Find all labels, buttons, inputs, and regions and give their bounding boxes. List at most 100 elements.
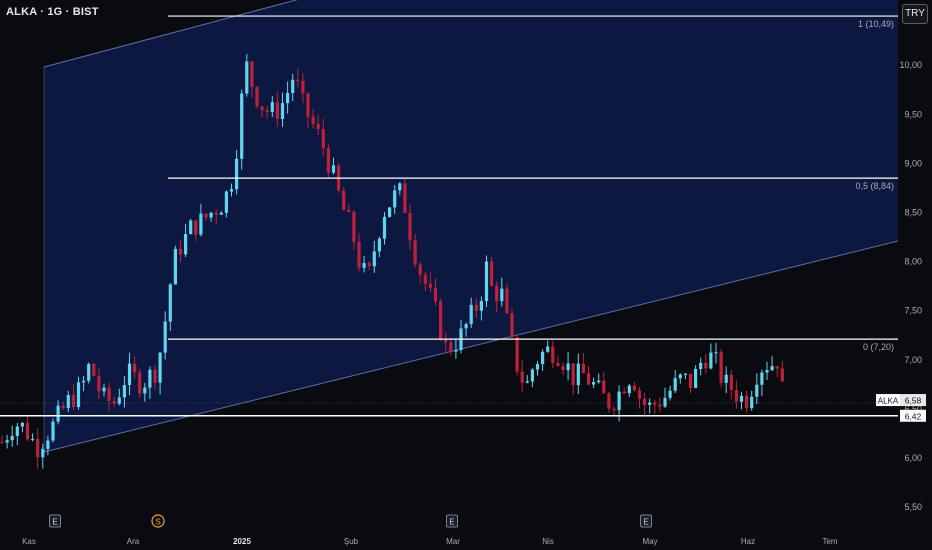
candle-body <box>566 363 570 371</box>
candle-body <box>668 390 672 398</box>
candle-body <box>780 368 784 382</box>
candle-body <box>398 183 402 191</box>
last-price-tag: 6,58 <box>905 396 922 406</box>
candle-body <box>673 378 677 391</box>
x-tick-label: Şub <box>344 537 359 546</box>
candle-body <box>352 212 356 243</box>
candle-body <box>143 387 147 394</box>
candle-body <box>194 220 198 235</box>
candle-body <box>760 372 764 385</box>
candle-body <box>556 362 560 367</box>
candle-body <box>209 212 213 218</box>
candle-body <box>117 397 121 404</box>
candle-body <box>87 363 91 381</box>
candle-body <box>423 274 427 284</box>
candle-body <box>694 368 698 388</box>
candle-body <box>474 304 478 311</box>
candle-body <box>765 370 769 373</box>
candle-body <box>25 422 30 440</box>
candle-body <box>632 385 636 391</box>
candle-body <box>469 304 473 325</box>
candle-body <box>449 342 453 352</box>
candle-body <box>265 110 269 113</box>
x-tick-label: Kas <box>22 537 36 546</box>
candle-body <box>306 93 310 117</box>
symbol-tag: ALKA <box>878 397 899 406</box>
candle-body <box>535 364 540 370</box>
candle-body <box>173 248 177 285</box>
candle-body <box>510 313 514 337</box>
candle-body <box>235 158 239 190</box>
fib-level-label: 0,5 (8,84) <box>855 181 894 191</box>
candle-body <box>311 116 315 124</box>
candle-body <box>439 301 443 340</box>
candle-body <box>678 374 682 379</box>
candle-body <box>413 240 417 265</box>
candle-body <box>464 324 468 329</box>
price-chart[interactable]: 10,009,509,008,508,007,507,006,506,005,5… <box>0 0 932 550</box>
candle-body <box>168 284 172 322</box>
candle-body <box>66 395 70 409</box>
candle-body <box>56 405 60 422</box>
candle-body <box>316 123 320 130</box>
candle-body <box>581 363 585 374</box>
candle-body <box>46 440 50 449</box>
candle-body <box>153 369 157 383</box>
candle-body <box>97 375 101 392</box>
x-tick-label: 2025 <box>233 537 251 546</box>
candle-body <box>362 263 366 268</box>
y-tick-label: 9,50 <box>904 109 922 119</box>
candle-body <box>739 395 744 402</box>
candle-body <box>224 191 228 213</box>
candle-body <box>734 389 738 402</box>
candle-body <box>102 387 106 392</box>
candle-body <box>592 382 596 385</box>
candle-body <box>484 261 489 302</box>
candle-body <box>270 102 274 113</box>
candle-body <box>107 387 111 402</box>
candle-body <box>709 352 713 369</box>
candle-body <box>724 374 728 383</box>
candle-body <box>296 79 300 81</box>
candle-body <box>576 363 580 386</box>
candle-body <box>133 363 137 373</box>
x-tick-label: Nis <box>542 537 554 546</box>
candle-body <box>229 189 234 192</box>
candle-body <box>490 261 494 286</box>
candle-body <box>127 363 132 386</box>
candle-body <box>163 321 167 353</box>
candle-body <box>688 373 693 388</box>
candle-body <box>515 336 519 372</box>
candle-body <box>326 147 330 173</box>
candle-body <box>505 288 509 314</box>
candle-body <box>184 234 188 255</box>
candle-body <box>342 190 346 211</box>
candle-body <box>275 102 279 119</box>
candle-body <box>433 287 438 302</box>
earnings-event-label: E <box>449 518 454 527</box>
candle-body <box>260 106 264 111</box>
candle-body <box>15 426 19 436</box>
candle-body <box>418 264 422 275</box>
y-tick-label: 10,00 <box>899 60 922 70</box>
candle-body <box>541 351 545 365</box>
candle-body <box>745 395 749 409</box>
currency-button[interactable]: TRY <box>902 4 928 24</box>
candle-body <box>602 380 606 394</box>
fib-level-label: 0 (7,20) <box>863 342 894 352</box>
candle-body <box>112 401 116 404</box>
candle-body <box>178 248 183 255</box>
candle-body <box>5 440 9 443</box>
candle-body <box>219 212 223 215</box>
candle-body <box>367 263 371 267</box>
candle-body <box>586 373 591 385</box>
candle-body <box>658 404 662 407</box>
candle-body <box>393 190 397 208</box>
candle-body <box>214 212 218 215</box>
candle-body <box>597 380 601 383</box>
candle-body <box>403 183 407 213</box>
candle-body <box>719 352 723 383</box>
candle-body <box>627 385 631 394</box>
candle-body <box>546 346 550 352</box>
candle-body <box>20 422 24 427</box>
